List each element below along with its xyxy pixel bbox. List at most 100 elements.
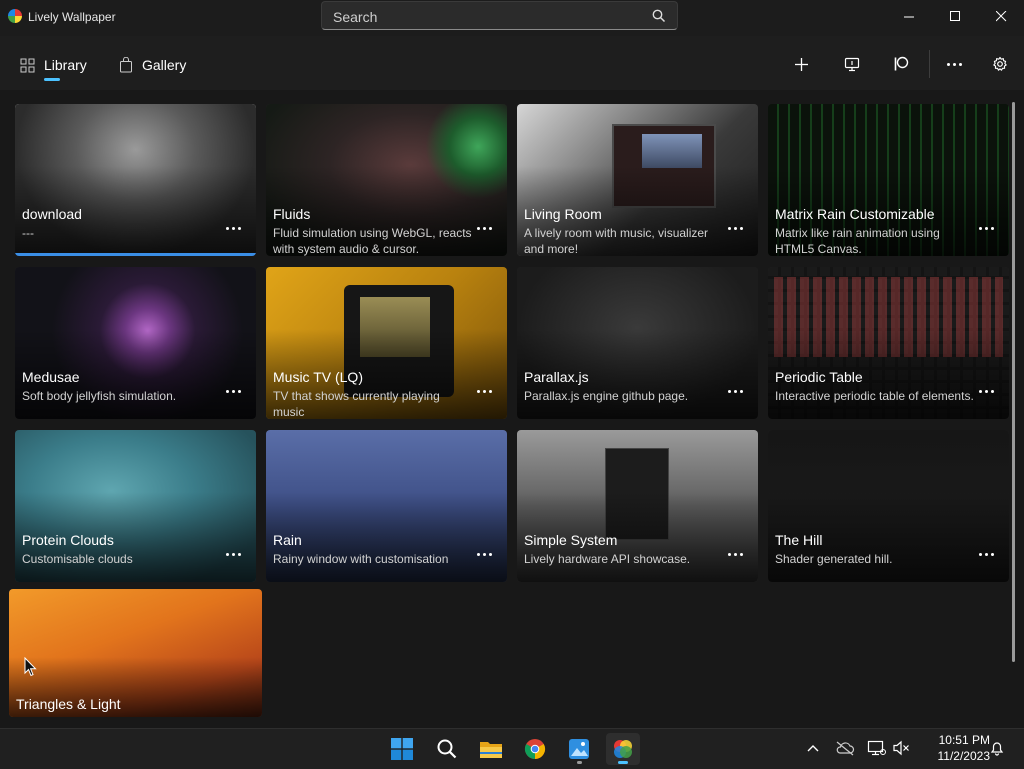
wallpaper-more-button[interactable] <box>724 381 746 401</box>
app-logo-icon <box>8 9 22 23</box>
wallpaper-card[interactable]: Medusae Soft body jellyfish simulation. <box>15 267 256 419</box>
wallpaper-card[interactable]: Periodic Table Interactive periodic tabl… <box>768 267 1009 419</box>
wallpaper-more-button[interactable] <box>473 544 495 564</box>
screen-layout-button[interactable] <box>837 50 867 78</box>
volume-button[interactable] <box>890 737 912 759</box>
wallpaper-card[interactable]: Fluids Fluid simulation using WebGL, rea… <box>266 104 507 256</box>
wallpaper-more-button[interactable] <box>975 381 997 401</box>
add-wallpaper-button[interactable] <box>786 50 816 78</box>
minimize-icon <box>903 16 914 17</box>
wallpaper-more-button[interactable] <box>222 381 244 401</box>
minimize-button[interactable] <box>886 0 932 32</box>
start-button[interactable] <box>385 733 419 765</box>
file-explorer-button[interactable] <box>474 733 508 765</box>
close-icon <box>995 10 1006 21</box>
chevron-up-icon <box>807 745 819 752</box>
wallpaper-card[interactable]: Living Room A lively room with music, vi… <box>517 104 758 256</box>
scrollbar[interactable] <box>1012 102 1015 662</box>
wallpaper-card[interactable]: The Hill Shader generated hill. <box>768 430 1009 582</box>
wallpaper-more-button[interactable] <box>975 544 997 564</box>
grid-icon <box>20 58 35 72</box>
lively-wallpaper-taskbar-button[interactable] <box>606 733 640 765</box>
wallpaper-card[interactable]: Protein Clouds Customisable clouds <box>15 430 256 582</box>
search-icon[interactable] <box>651 8 667 24</box>
wallpaper-card[interactable]: Matrix Rain Customizable Matrix like rai… <box>768 104 1009 256</box>
more-icon <box>476 226 492 230</box>
maximize-icon <box>949 10 960 21</box>
network-button[interactable] <box>866 737 888 759</box>
wallpaper-title: Rain <box>273 532 302 548</box>
wallpaper-title: The Hill <box>775 532 823 548</box>
more-icon <box>727 389 743 393</box>
chrome-icon <box>524 739 546 760</box>
taskbar-search-button[interactable] <box>430 733 464 765</box>
maximize-button[interactable] <box>932 0 978 32</box>
gear-icon <box>993 56 1007 71</box>
search-input[interactable] <box>331 7 635 27</box>
app-title: Lively Wallpaper <box>28 10 116 24</box>
clock-time: 10:51 PM <box>938 733 990 747</box>
wallpaper-more-button[interactable] <box>724 544 746 564</box>
wallpaper-description: TV that shows currently playing music <box>273 389 440 419</box>
wallpaper-card[interactable]: Rain Rainy window with customisation <box>266 430 507 582</box>
more-options-button[interactable] <box>939 50 969 78</box>
wallpaper-description: A lively room with music, visualizer and… <box>524 226 709 256</box>
close-button[interactable] <box>978 0 1024 32</box>
wallpaper-description: --- <box>22 226 34 240</box>
running-indicator <box>577 761 582 764</box>
wallpaper-description: Customisable clouds <box>22 552 133 566</box>
wallpaper-card[interactable]: Triangles & Light <box>9 589 262 717</box>
mouse-cursor-icon <box>24 657 37 677</box>
onedrive-button[interactable] <box>834 737 856 759</box>
tab-library-label: Library <box>44 57 87 73</box>
more-icon <box>225 552 241 556</box>
tab-gallery-label: Gallery <box>142 57 187 73</box>
more-icon <box>978 226 994 230</box>
photos-app-button[interactable] <box>562 733 596 765</box>
tab-library[interactable]: Library <box>20 50 87 80</box>
system-clock[interactable]: 10:51 PM 11/2/2023 <box>916 732 991 764</box>
wallpaper-card[interactable]: download --- <box>15 104 256 256</box>
wallpaper-more-button[interactable] <box>222 544 244 564</box>
active-indicator <box>618 761 628 764</box>
shopping-bag-icon <box>120 57 132 73</box>
wallpaper-card[interactable]: Parallax.js Parallax.js engine github pa… <box>517 267 758 419</box>
toolbar-separator <box>929 50 930 78</box>
tab-gallery[interactable]: Gallery <box>119 50 186 80</box>
more-icon <box>476 552 492 556</box>
wallpaper-description: Fluid simulation using WebGL, reacts wit… <box>273 226 472 256</box>
more-icon <box>727 226 743 230</box>
more-icon <box>225 226 241 230</box>
settings-button[interactable] <box>985 50 1015 78</box>
wallpaper-more-button[interactable] <box>724 218 746 238</box>
wallpaper-title: Simple System <box>524 532 618 548</box>
network-icon <box>867 740 886 756</box>
plus-icon <box>794 57 808 71</box>
chrome-button[interactable] <box>518 733 552 765</box>
wallpaper-card[interactable]: Music TV (LQ) TV that shows currently pl… <box>266 267 507 419</box>
search-box[interactable] <box>321 1 678 30</box>
notifications-button[interactable] <box>986 737 1008 759</box>
wallpaper-description: Parallax.js engine github page. <box>524 389 689 403</box>
wallpaper-title: Living Room <box>524 206 602 222</box>
wallpaper-title: Matrix Rain Customizable <box>775 206 935 222</box>
more-icon <box>225 389 241 393</box>
wallpaper-more-button[interactable] <box>975 218 997 238</box>
show-hidden-icons-button[interactable] <box>802 737 824 759</box>
lively-logo-icon <box>614 740 632 758</box>
control-panel-button[interactable] <box>886 50 916 78</box>
wallpaper-more-button[interactable] <box>473 381 495 401</box>
wallpaper-title: Triangles & Light <box>16 696 121 712</box>
folder-icon <box>480 742 502 758</box>
wallpaper-card[interactable]: Simple System Lively hardware API showca… <box>517 430 758 582</box>
title-bar: Lively Wallpaper <box>0 0 1024 36</box>
wallpaper-description: Interactive periodic table of elements. <box>775 389 974 403</box>
wallpaper-title: Fluids <box>273 206 311 222</box>
cloud-offline-icon <box>836 741 855 756</box>
wallpaper-description: Rainy window with customisation <box>273 552 449 566</box>
wallpaper-title: Music TV (LQ) <box>273 369 363 385</box>
wallpaper-title: Periodic Table <box>775 369 863 385</box>
wallpaper-more-button[interactable] <box>222 218 244 238</box>
wallpaper-more-button[interactable] <box>473 218 495 238</box>
more-icon <box>476 389 492 393</box>
